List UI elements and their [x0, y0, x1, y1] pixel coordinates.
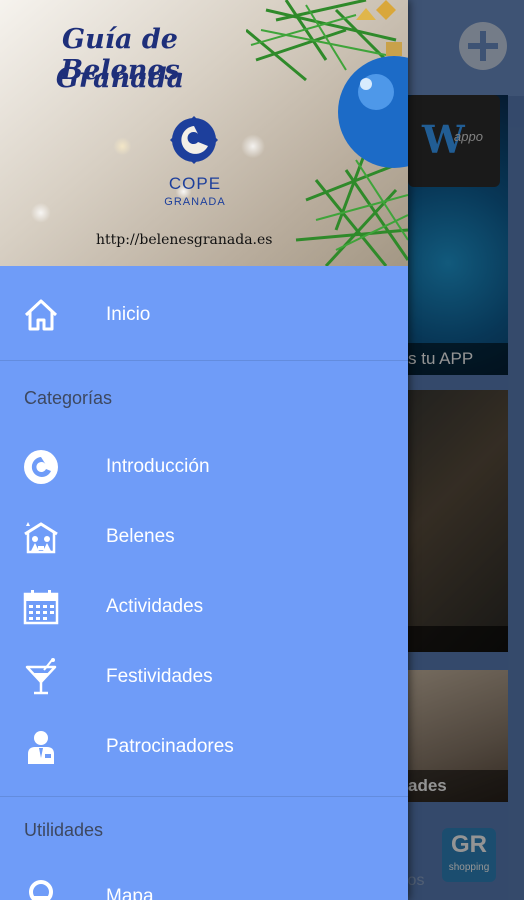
cocktail-icon — [25, 658, 57, 695]
nativity-icon — [24, 522, 58, 554]
menu-item-introduccion[interactable]: Introducción — [0, 432, 408, 502]
section-title-categorias: Categorías — [24, 388, 113, 408]
menu-item-festividades[interactable]: Festividades — [0, 642, 408, 712]
divider — [0, 360, 408, 361]
menu-item-label: Festividades — [106, 666, 213, 687]
menu-item-belenes[interactable]: Belenes — [0, 502, 408, 572]
menu-item-label: Actividades — [106, 596, 204, 617]
cope-logo-icon — [170, 116, 218, 164]
menu-item-label: Inicio — [106, 304, 151, 325]
christmas-tree-decoration — [246, 0, 408, 266]
menu-item-actividades[interactable]: Actividades — [0, 572, 408, 642]
menu-item-patrocinadores[interactable]: Patrocinadores — [0, 712, 408, 782]
calendar-icon — [23, 590, 59, 625]
drawer-header: Guía de Belenes Granada COPE GRANADA htt… — [0, 0, 408, 266]
menu-item-label: Mapa — [106, 886, 154, 900]
sponsor-icon — [28, 731, 54, 764]
cope-icon — [24, 450, 58, 484]
logo-subtext: GRANADA — [164, 196, 226, 208]
menu-item-inicio[interactable]: Inicio — [0, 280, 408, 350]
menu-item-mapa[interactable]: Mapa — [0, 862, 408, 900]
header-title-line2: Granada — [55, 63, 185, 94]
menu-item-label: Patrocinadores — [106, 736, 234, 757]
home-icon — [24, 299, 58, 331]
menu-item-label: Introducción — [106, 456, 210, 477]
map-pin-icon — [29, 880, 53, 900]
divider — [0, 796, 408, 797]
navigation-drawer: Guía de Belenes Granada COPE GRANADA htt… — [0, 0, 408, 900]
section-title-utilidades: Utilidades — [24, 820, 104, 840]
menu-item-label: Belenes — [106, 526, 175, 547]
logo-text: COPE — [168, 174, 222, 193]
